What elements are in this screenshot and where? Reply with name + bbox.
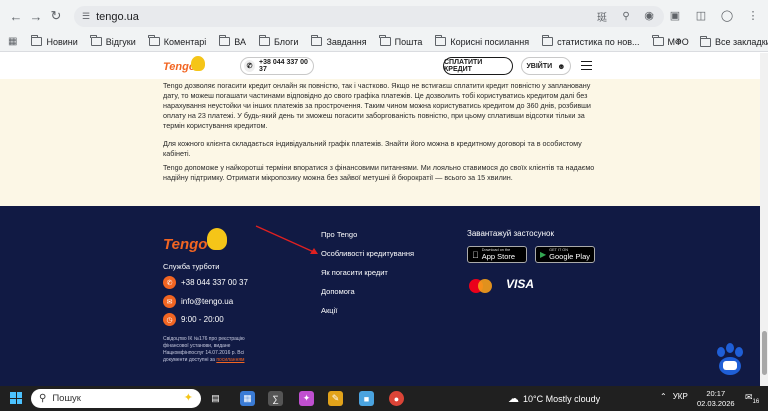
chrome-icon[interactable]: ● <box>389 391 404 406</box>
windows-taskbar: ⚲ Пошук ✦ ▤ ▦ ∑ ✦ ✎ ■ ● ☁ 10°C Mostly cl… <box>0 386 768 411</box>
visa-logo: VISA <box>506 277 535 291</box>
footer-email[interactable]: ✉ info@tengo.ua <box>163 295 233 308</box>
search-icon: ⚲ <box>39 393 47 404</box>
folder-icon <box>90 35 102 46</box>
legal-text: Свідоцтво ІК №176 про реєстрацію фінансо… <box>163 336 245 363</box>
cat-logo-icon <box>191 56 205 71</box>
extensions-icon[interactable]: ▣ <box>666 6 684 24</box>
page-scrollbar[interactable] <box>760 53 768 386</box>
phone-icon: ✆ <box>163 276 176 289</box>
bookmark-novyny[interactable]: Новини <box>31 35 78 47</box>
address-bar[interactable]: ☰ tengo.ua 珽 ⚲ ☆ <box>74 6 664 27</box>
files-icon[interactable]: ■ <box>359 391 374 406</box>
pay-credit-button[interactable]: СПЛАТИТИ КРЕДИТ <box>443 57 513 75</box>
annotation-arrow <box>255 225 318 254</box>
header-phone[interactable]: ✆ +38 044 337 00 37 <box>240 57 314 75</box>
folder-icon <box>258 35 270 46</box>
bookmark-va[interactable]: ВА <box>218 35 246 47</box>
copilot-icon[interactable]: ✦ <box>299 391 314 406</box>
all-bookmarks[interactable]: Все закладки <box>699 35 768 47</box>
taskbar-search[interactable]: ⚲ Пошук ✦ <box>31 389 201 408</box>
scrollbar-thumb[interactable] <box>761 331 767 375</box>
profile-icon[interactable]: ◯ <box>718 6 736 24</box>
phone-icon: ✆ <box>244 60 256 72</box>
header-logo[interactable]: Tengo <box>163 56 208 76</box>
notes-icon[interactable]: ✎ <box>328 391 343 406</box>
folder-icon <box>652 35 664 46</box>
tray-chevron-icon[interactable]: ⌃ <box>660 392 667 401</box>
app-store-button[interactable]:  Download on the App Store <box>467 246 527 263</box>
bookmark-komentari[interactable]: Коментарі <box>148 35 206 47</box>
language-indicator[interactable]: УКР <box>673 392 688 401</box>
bookmark-blohy[interactable]: Блоги <box>258 35 298 47</box>
reload-icon[interactable]: ↻ <box>44 4 68 28</box>
mail-icon: ✉ <box>163 295 176 308</box>
paragraph-support: Tengo допоможе у найкоротші терміни впор… <box>163 163 595 182</box>
folder-icon <box>31 35 43 46</box>
user-icon: ☻ <box>557 61 566 71</box>
footer-phone[interactable]: ✆ +38 044 337 00 37 <box>163 276 248 289</box>
mastercard-logo-icon <box>468 278 496 294</box>
camera-icon[interactable]: ◉ <box>640 6 658 24</box>
paragraph-schedule: Для кожного клієнта складається індивіду… <box>163 139 582 158</box>
bookmark-statystyka[interactable]: статистика по нов... <box>541 35 640 47</box>
content-section: Tengo дозволяє погасити кредит онлайн як… <box>0 79 760 206</box>
clock-icon: ◷ <box>163 313 176 326</box>
folder-icon <box>148 35 160 46</box>
system-tray: ⌃ УКР <box>660 392 688 401</box>
zoom-icon[interactable]: ⚲ <box>618 8 634 24</box>
google-play-icon: ▶ <box>540 250 547 259</box>
task-view-icon[interactable]: ▤ <box>208 391 223 406</box>
cat-logo-icon <box>207 228 227 250</box>
paragraph-repayment: Tengo дозволяє погасити кредит онлайн як… <box>163 81 591 130</box>
folder-icon <box>311 35 323 46</box>
menu-dots-icon[interactable]: ⋮ <box>744 6 762 24</box>
folder-icon <box>218 35 231 46</box>
url-text[interactable]: tengo.ua <box>96 11 139 23</box>
weather-widget[interactable]: ☁ 10°C Mostly cloudy <box>508 392 600 405</box>
apps-title: Завантажуй застосунок <box>467 229 554 238</box>
windows-start-icon[interactable] <box>10 392 22 404</box>
site-info-icon[interactable]: ☰ <box>82 11 90 22</box>
footer-link-about[interactable]: Про Tengo <box>321 230 357 239</box>
calculator-icon[interactable]: ∑ <box>268 391 283 406</box>
folder-icon <box>699 35 711 47</box>
bookmarks-bar: ▦ Новини Відгуки Коментарі ВА Блоги Завд… <box>0 32 768 52</box>
bookmark-poshta[interactable]: Пошта <box>379 35 422 47</box>
sidebar-icon[interactable]: ◫ <box>692 6 710 24</box>
apple-icon:  <box>472 250 479 260</box>
store-icon[interactable]: ▦ <box>240 391 255 406</box>
footer-hours: ◷ 9:00 - 20:00 <box>163 313 224 326</box>
chat-paw-icon[interactable] <box>712 342 748 378</box>
folder-icon <box>434 35 447 46</box>
footer-logo[interactable]: Tengo <box>163 228 231 254</box>
notifications-icon[interactable]: ✉16 <box>745 392 759 405</box>
footer-link-help[interactable]: Допомога <box>321 287 355 296</box>
bookmark-vidhuky[interactable]: Відгуки <box>90 35 136 47</box>
footer-logo-text: Tengo <box>163 236 208 253</box>
taskbar-clock[interactable]: 20:17 02.03.2026 <box>697 389 735 409</box>
hamburger-menu-icon[interactable] <box>581 61 592 70</box>
browser-toolbar: ← → ↻ ☰ tengo.ua 珽 ⚲ ☆ ◉ ▣ ◫ ◯ ⋮ <box>0 0 768 32</box>
apps-grid-icon[interactable]: ▦ <box>8 36 17 47</box>
cloud-icon: ☁ <box>508 393 519 405</box>
copilot-sparkle-icon: ✦ <box>183 392 193 404</box>
footer-link-how-to-repay[interactable]: Як погасити кредит <box>321 268 388 277</box>
translate-icon[interactable]: 珽 <box>594 8 610 24</box>
site-footer: Tengo Служба турботи ✆ +38 044 337 00 37… <box>0 206 760 386</box>
site-header: Tengo ✆ +38 044 337 00 37 СПЛАТИТИ КРЕДИ… <box>0 53 760 79</box>
google-play-button[interactable]: ▶ GET IT ON Google Play <box>535 246 595 263</box>
bookmark-mfo[interactable]: МФО <box>652 35 689 47</box>
legal-link[interactable]: посиланням <box>216 357 244 363</box>
folder-icon <box>541 35 554 46</box>
login-button[interactable]: УВІЙТИ ☻ <box>521 57 571 75</box>
bookmark-korysni-posylannia[interactable]: Корисні посилання <box>434 35 529 47</box>
folder-icon <box>379 35 391 46</box>
support-title: Служба турботи <box>163 262 220 271</box>
footer-link-credit-features[interactable]: Особливості кредитування <box>321 249 414 258</box>
footer-link-promotions[interactable]: Акції <box>321 306 337 315</box>
more-bookmarks-button[interactable]: » <box>676 35 682 46</box>
bookmark-zavdannia[interactable]: Завдання <box>311 35 367 47</box>
